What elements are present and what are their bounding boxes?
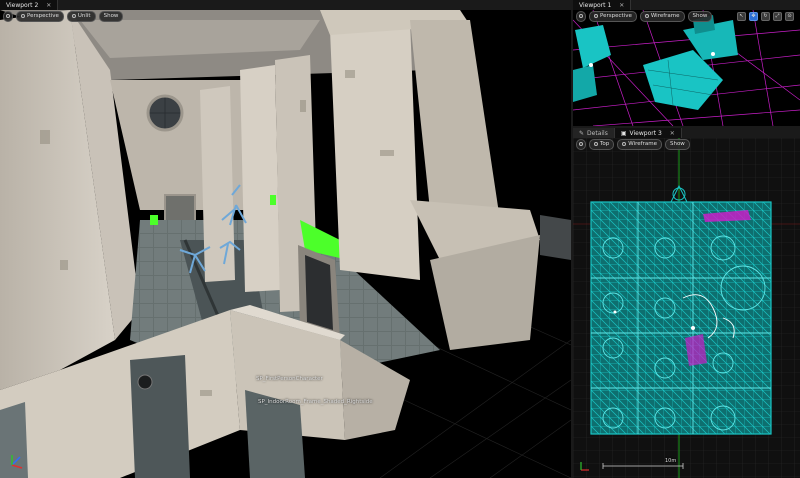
show-button[interactable]: Show xyxy=(98,10,124,22)
lit-mode-label: Wireframe xyxy=(628,141,657,147)
lit-mode-label: Wireframe xyxy=(650,13,680,19)
viewport-3-toolbar: Top Wireframe Show xyxy=(573,138,800,150)
tab-details-label: Details xyxy=(587,129,608,137)
close-icon[interactable]: ✕ xyxy=(619,2,624,9)
viewport-1-toolbar: Perspective Wireframe Show ↖ ✥ ↻ ⤢ ⊙ xyxy=(573,10,800,22)
viewport-3-panel[interactable]: ✎ Details ▣ Viewport 3 ✕ 10m Top Wirefra… xyxy=(573,128,800,478)
wireframe-icon xyxy=(644,14,649,18)
tab-details[interactable]: ✎ Details xyxy=(573,128,615,138)
object-label-character: SP_FirstPersonCharacter xyxy=(256,376,323,382)
perspective-label: Perspective xyxy=(600,13,632,19)
object-label-room: SP_IndoorRoom_Frame_Shaded_Rightside xyxy=(258,399,373,405)
show-label: Show xyxy=(103,13,119,19)
wireframe-icon xyxy=(622,142,627,146)
viewport-2-tabbar: Viewport 2 ✕ xyxy=(0,0,571,10)
perspective-button[interactable]: Perspective xyxy=(16,10,64,22)
top-wireframe-level xyxy=(590,201,772,435)
viewport-2-panel[interactable]: Viewport 2 ✕ Perspective Unlit Show SP_F… xyxy=(0,0,571,478)
tab-viewport-3[interactable]: ▣ Viewport 3 ✕ xyxy=(614,128,682,138)
tab-viewport-2[interactable]: Viewport 2 ✕ xyxy=(0,0,59,10)
close-icon[interactable]: ✕ xyxy=(46,2,51,9)
viewport-3-scene[interactable] xyxy=(573,138,800,478)
show-label: Show xyxy=(669,141,685,147)
rotate-mode-icon[interactable]: ↻ xyxy=(761,11,770,21)
viewport-1-tabbar: Viewport 1 ✕ xyxy=(573,0,800,10)
viewport-options-button[interactable] xyxy=(576,138,586,150)
translate-mode-icon[interactable]: ✥ xyxy=(749,11,758,21)
viewport-icon: ▣ xyxy=(620,129,627,137)
menu-icon xyxy=(579,142,583,146)
show-button[interactable]: Show xyxy=(664,138,690,150)
tab-viewport-3-label: Viewport 3 xyxy=(629,129,662,137)
close-icon[interactable]: ✕ xyxy=(670,130,675,137)
menu-icon xyxy=(579,14,583,18)
lit-mode-button[interactable]: Wireframe xyxy=(639,10,685,22)
top-view-button[interactable]: Top xyxy=(589,138,615,150)
bottom-right-tabbar: ✎ Details ▣ Viewport 3 ✕ xyxy=(573,128,800,138)
show-button[interactable]: Show xyxy=(687,10,713,22)
viewport-2-toolbar: Perspective Unlit Show xyxy=(0,10,571,22)
viewport-2-scene[interactable] xyxy=(0,10,571,478)
viewport-1-scene[interactable] xyxy=(573,10,800,126)
top-view-label: Top xyxy=(600,141,610,147)
perspective-button[interactable]: Perspective xyxy=(589,10,637,22)
viewport-options-button[interactable] xyxy=(3,10,13,22)
perspective-label: Perspective xyxy=(27,13,59,19)
unlit-icon xyxy=(71,14,76,18)
select-mode-icon[interactable]: ↖ xyxy=(737,11,746,21)
lit-mode-button[interactable]: Unlit xyxy=(66,10,96,22)
menu-icon xyxy=(6,14,10,18)
top-view-icon xyxy=(594,142,598,146)
details-icon: ✎ xyxy=(579,129,585,137)
scale-label: 10m xyxy=(665,458,677,464)
viewport-1-panel[interactable]: Viewport 1 ✕ Perspective Wireframe Show … xyxy=(573,0,800,126)
lit-mode-label: Unlit xyxy=(77,13,91,19)
player-start-icon[interactable] xyxy=(137,374,153,390)
tab-viewport-1[interactable]: Viewport 1 ✕ xyxy=(573,0,632,10)
lit-mode-button[interactable]: Wireframe xyxy=(617,138,662,150)
perspective-icon xyxy=(21,14,25,18)
scale-mode-icon[interactable]: ⤢ xyxy=(773,11,782,21)
tab-viewport-2-label: Viewport 2 xyxy=(6,1,39,9)
surface-snap-icon[interactable]: ⊙ xyxy=(785,11,794,21)
viewport-options-button[interactable] xyxy=(576,10,586,22)
tab-viewport-1-label: Viewport 1 xyxy=(579,1,612,9)
show-label: Show xyxy=(692,13,708,19)
perspective-icon xyxy=(594,14,598,18)
